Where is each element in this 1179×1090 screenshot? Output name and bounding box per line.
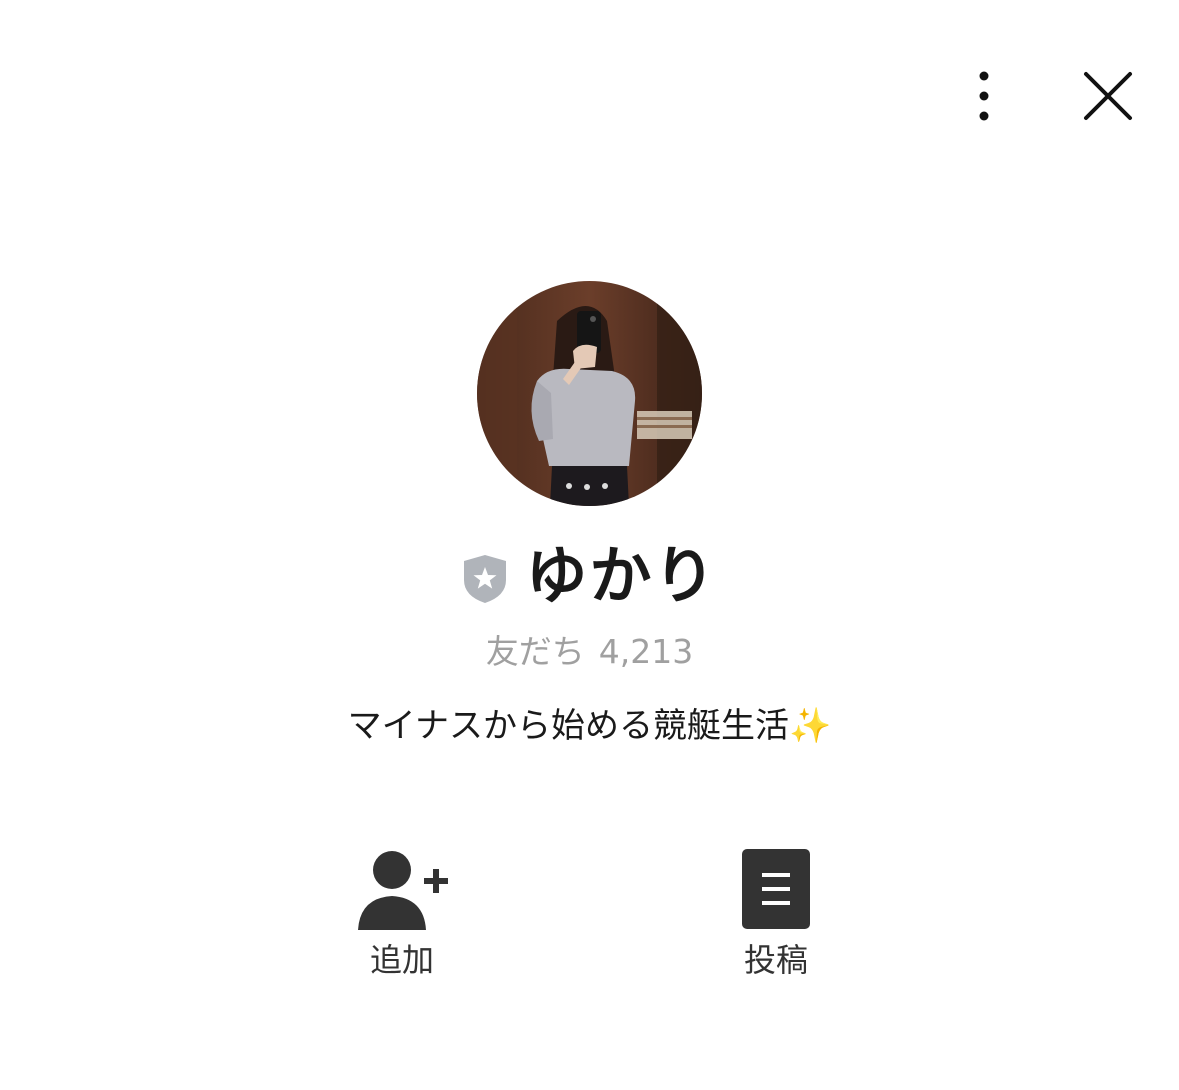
post-button[interactable]: 投稿 <box>696 840 856 982</box>
more-options-button[interactable] <box>954 62 1014 130</box>
close-button[interactable] <box>1072 62 1142 132</box>
post-label: 投稿 <box>743 941 808 979</box>
profile-name-row: ゆかり <box>0 540 1179 612</box>
friends-count-row[interactable]: 友だち 4,213 <box>0 630 1179 674</box>
status-message: マイナスから始める競艇生活✨ <box>347 706 832 746</box>
add-friend-button[interactable]: 追加 <box>322 840 482 982</box>
close-x-icon <box>1084 72 1132 120</box>
friends-label: 友だち <box>485 632 585 671</box>
profile-photo <box>477 281 702 506</box>
vertical-ellipsis-icon <box>979 71 989 121</box>
post-document-icon <box>742 849 810 929</box>
top-bar <box>0 0 1179 190</box>
profile-avatar[interactable] <box>477 281 702 506</box>
add-friend-label: 追加 <box>369 941 434 979</box>
shield-star-icon <box>464 555 507 603</box>
friends-count: 4,213 <box>598 632 694 671</box>
add-friend-icon <box>358 851 448 930</box>
profile-name: ゆかり <box>525 539 718 612</box>
